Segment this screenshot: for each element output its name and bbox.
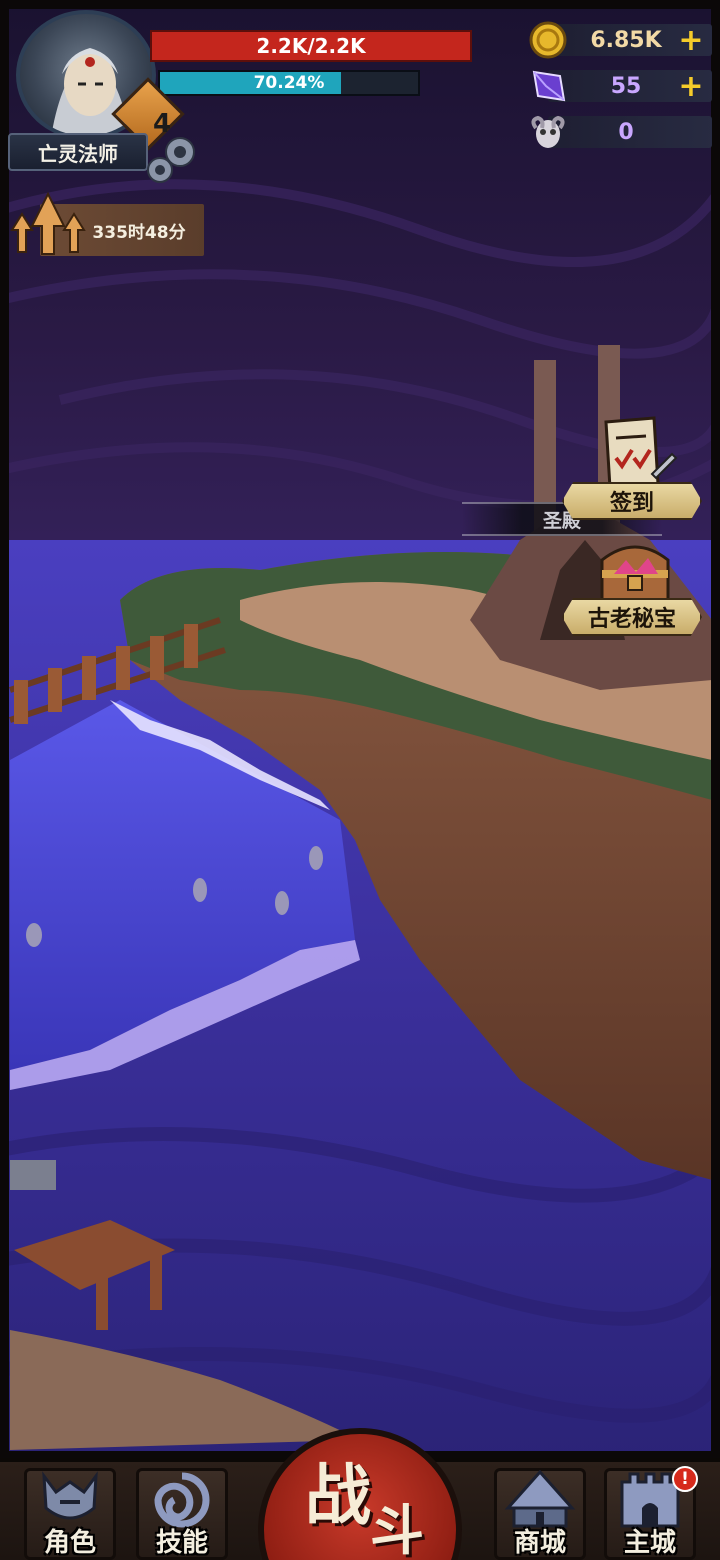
checkin-button[interactable]: 签到 xyxy=(562,414,702,524)
main-city-alert-badge: ! xyxy=(672,1466,698,1492)
skull-currency: 0 xyxy=(526,112,712,150)
nav-shop-label: 商城 xyxy=(513,1527,566,1558)
gold-value: 6.85K xyxy=(590,27,662,53)
nav-main-city-button[interactable]: 主城 ! xyxy=(604,1466,698,1560)
nav-main-city-label: 主城 xyxy=(623,1527,676,1558)
nav-shop-button[interactable]: 商城 xyxy=(494,1468,586,1560)
skull-value: 0 xyxy=(618,119,634,145)
hp-bar: 2.2K/2.2K xyxy=(150,30,472,62)
nav-skills-label: 技能 xyxy=(155,1527,208,1558)
class-name-plate: 亡灵法师 xyxy=(8,133,148,171)
add-gold-button[interactable]: + xyxy=(676,23,706,58)
nav-character-button[interactable]: 角色 xyxy=(24,1468,116,1560)
gold-currency: 6.85K + xyxy=(526,20,712,60)
purple-crystal-icon xyxy=(526,66,570,106)
gold-coin-icon xyxy=(526,20,570,60)
exp-bar: 70.24% xyxy=(158,70,420,96)
timer-text: 335时48分 xyxy=(92,222,186,243)
crystal-currency: 55 + xyxy=(526,66,712,104)
rank-timer[interactable]: 335时48分 xyxy=(10,190,206,256)
treasure-label: 古老秘宝 xyxy=(562,598,702,636)
exp-text: 70.24% xyxy=(253,73,325,93)
add-crystal-button[interactable]: + xyxy=(676,69,706,104)
ram-skull-icon xyxy=(526,112,570,152)
ancient-treasure-button[interactable]: 古老秘宝 xyxy=(562,530,702,640)
crystal-value: 55 xyxy=(610,73,642,99)
nav-skills-button[interactable]: 技能 xyxy=(136,1468,228,1560)
settings-gear-icon[interactable] xyxy=(142,132,200,190)
battle-button[interactable]: 战 斗 xyxy=(258,1428,462,1560)
checkin-label: 签到 xyxy=(562,482,702,520)
nav-character-label: 角色 xyxy=(43,1527,96,1558)
battle-label-char-2: 斗 xyxy=(370,1498,424,1560)
